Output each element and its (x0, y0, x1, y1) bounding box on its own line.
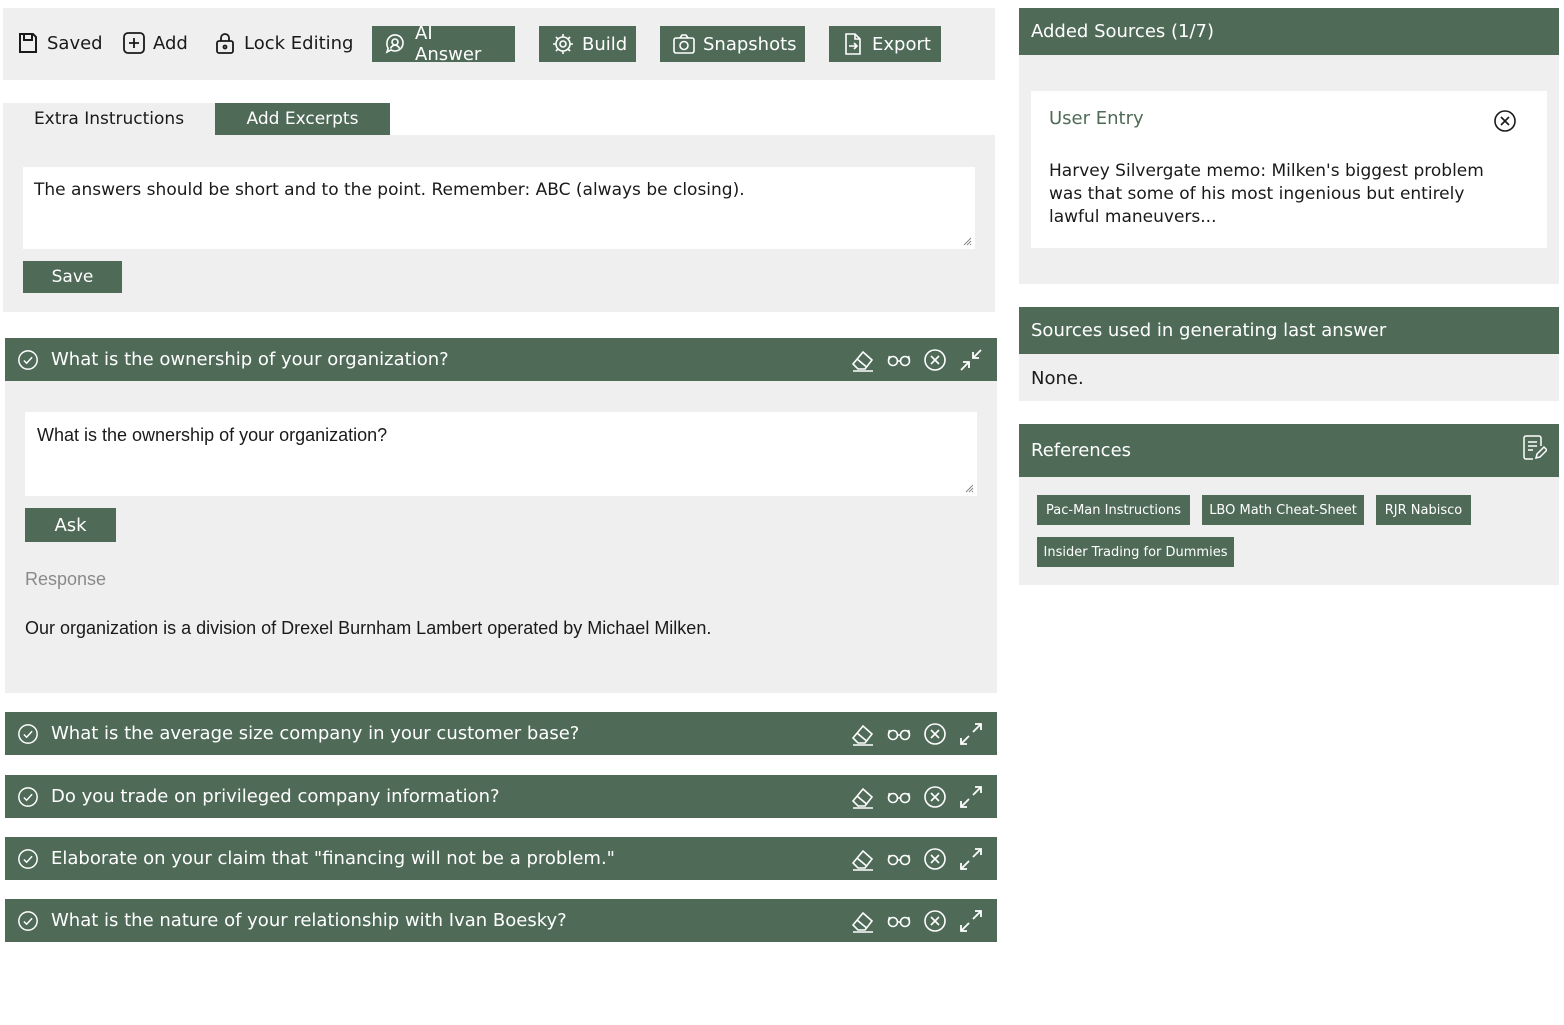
response-text: Our organization is a division of Drexel… (25, 618, 712, 638)
plus-square-icon (122, 31, 146, 55)
lock-icon (213, 31, 237, 55)
glasses-icon[interactable] (881, 779, 917, 815)
build-label: Build (582, 33, 628, 55)
eraser-icon[interactable] (845, 903, 881, 939)
references-header: References (1019, 424, 1559, 477)
check-circle-icon[interactable] (17, 349, 39, 371)
question-actions (845, 342, 989, 378)
instruction-tabs: Extra Instructions Add Excerpts (3, 103, 390, 135)
eraser-icon[interactable] (845, 841, 881, 877)
instructions-panel: The answers should be short and to the p… (3, 135, 995, 312)
question-actions (845, 841, 989, 877)
question-header[interactable]: What is the nature of your relationship … (5, 899, 997, 942)
close-circle-icon[interactable] (917, 779, 953, 815)
ai-chat-icon (384, 32, 408, 56)
toolbar: Saved Add Lock Editing AI Answer Build S… (3, 8, 995, 80)
reference-chip[interactable]: Pac-Man Instructions (1037, 495, 1190, 525)
question-title: Do you trade on privileged company infor… (51, 786, 500, 807)
resize-grip-icon[interactable] (963, 237, 972, 246)
reference-chip[interactable]: LBO Math Cheat-Sheet (1202, 495, 1364, 525)
check-circle-icon[interactable] (17, 910, 39, 932)
ai-answer-button[interactable]: AI Answer (372, 23, 515, 65)
gear-icon (551, 32, 575, 56)
eraser-icon[interactable] (845, 779, 881, 815)
saved-label: Saved (47, 32, 103, 54)
ai-answer-label: AI Answer (415, 23, 482, 65)
check-circle-icon[interactable] (17, 848, 39, 870)
camera-icon (672, 32, 696, 56)
response-label: Response (25, 569, 107, 589)
close-circle-icon[interactable] (917, 342, 953, 378)
question-title: What is the ownership of your organizati… (51, 349, 449, 370)
added-sources-panel: User Entry Harvey Silvergate memo: Milke… (1019, 55, 1559, 284)
saved-button[interactable]: Saved (16, 28, 103, 58)
export-icon (841, 32, 865, 56)
collapse-icon[interactable] (953, 342, 989, 378)
expand-icon[interactable] (953, 841, 989, 877)
expand-icon[interactable] (953, 779, 989, 815)
check-circle-icon[interactable] (17, 786, 39, 808)
references-panel: Pac-Man Instructions LBO Math Cheat-Shee… (1019, 477, 1559, 585)
instructions-textarea[interactable]: The answers should be short and to the p… (23, 167, 975, 249)
glasses-icon[interactable] (881, 716, 917, 752)
glasses-icon[interactable] (881, 841, 917, 877)
question-header[interactable]: Elaborate on your claim that "financing … (5, 837, 997, 880)
question-title: Elaborate on your claim that "financing … (51, 848, 615, 869)
save-instructions-button[interactable]: Save (23, 261, 122, 293)
question-title: What is the average size company in your… (51, 723, 580, 744)
question-input-value: What is the ownership of your organizati… (37, 425, 388, 445)
ask-button[interactable]: Ask (25, 508, 116, 542)
close-circle-icon[interactable] (917, 716, 953, 752)
snapshots-label: Snapshots (703, 33, 797, 55)
build-button[interactable]: Build (539, 26, 636, 62)
question-actions (845, 716, 989, 752)
glasses-icon[interactable] (881, 903, 917, 939)
snapshots-button[interactable]: Snapshots (660, 26, 805, 62)
eraser-icon[interactable] (845, 342, 881, 378)
used-sources-panel: None. (1019, 354, 1559, 401)
close-circle-icon[interactable] (917, 903, 953, 939)
lock-editing-button[interactable]: Lock Editing (213, 28, 353, 58)
used-sources-value: None. (1031, 368, 1084, 389)
question-header[interactable]: What is the ownership of your organizati… (5, 338, 997, 381)
remove-source-icon[interactable] (1492, 108, 1518, 134)
save-icon (16, 31, 40, 55)
source-card-text: Harvey Silvergate memo: Milken's biggest… (1049, 161, 1484, 227)
instructions-value: The answers should be short and to the p… (34, 180, 745, 200)
export-label: Export (872, 33, 931, 55)
eraser-icon[interactable] (845, 716, 881, 752)
question-body: What is the ownership of your organizati… (5, 381, 997, 693)
added-sources-header: Added Sources (1/7) (1019, 8, 1559, 55)
check-circle-icon[interactable] (17, 723, 39, 745)
used-sources-header: Sources used in generating last answer (1019, 307, 1559, 354)
glasses-icon[interactable] (881, 342, 917, 378)
source-card-title: User Entry (1049, 108, 1144, 129)
add-button[interactable]: Add (122, 28, 188, 58)
close-circle-icon[interactable] (917, 841, 953, 877)
tab-extra-instructions[interactable]: Extra Instructions (3, 103, 215, 135)
reference-chip[interactable]: RJR Nabisco (1376, 495, 1471, 525)
question-header[interactable]: What is the average size company in your… (5, 712, 997, 755)
expand-icon[interactable] (953, 903, 989, 939)
lock-editing-label: Lock Editing (244, 32, 354, 54)
question-input[interactable]: What is the ownership of your organizati… (25, 412, 977, 496)
question-header[interactable]: Do you trade on privileged company infor… (5, 775, 997, 818)
source-card[interactable]: User Entry Harvey Silvergate memo: Milke… (1031, 91, 1547, 248)
expand-icon[interactable] (953, 716, 989, 752)
resize-grip-icon[interactable] (965, 484, 974, 493)
references-title: References (1031, 440, 1132, 461)
tab-add-excerpts[interactable]: Add Excerpts (215, 103, 390, 135)
reference-chip[interactable]: Insider Trading for Dummies (1037, 537, 1234, 567)
export-button[interactable]: Export (829, 26, 941, 62)
question-title: What is the nature of your relationship … (51, 910, 567, 931)
question-actions (845, 903, 989, 939)
question-actions (845, 779, 989, 815)
add-label: Add (153, 32, 188, 54)
edit-references-icon[interactable] (1521, 434, 1547, 462)
